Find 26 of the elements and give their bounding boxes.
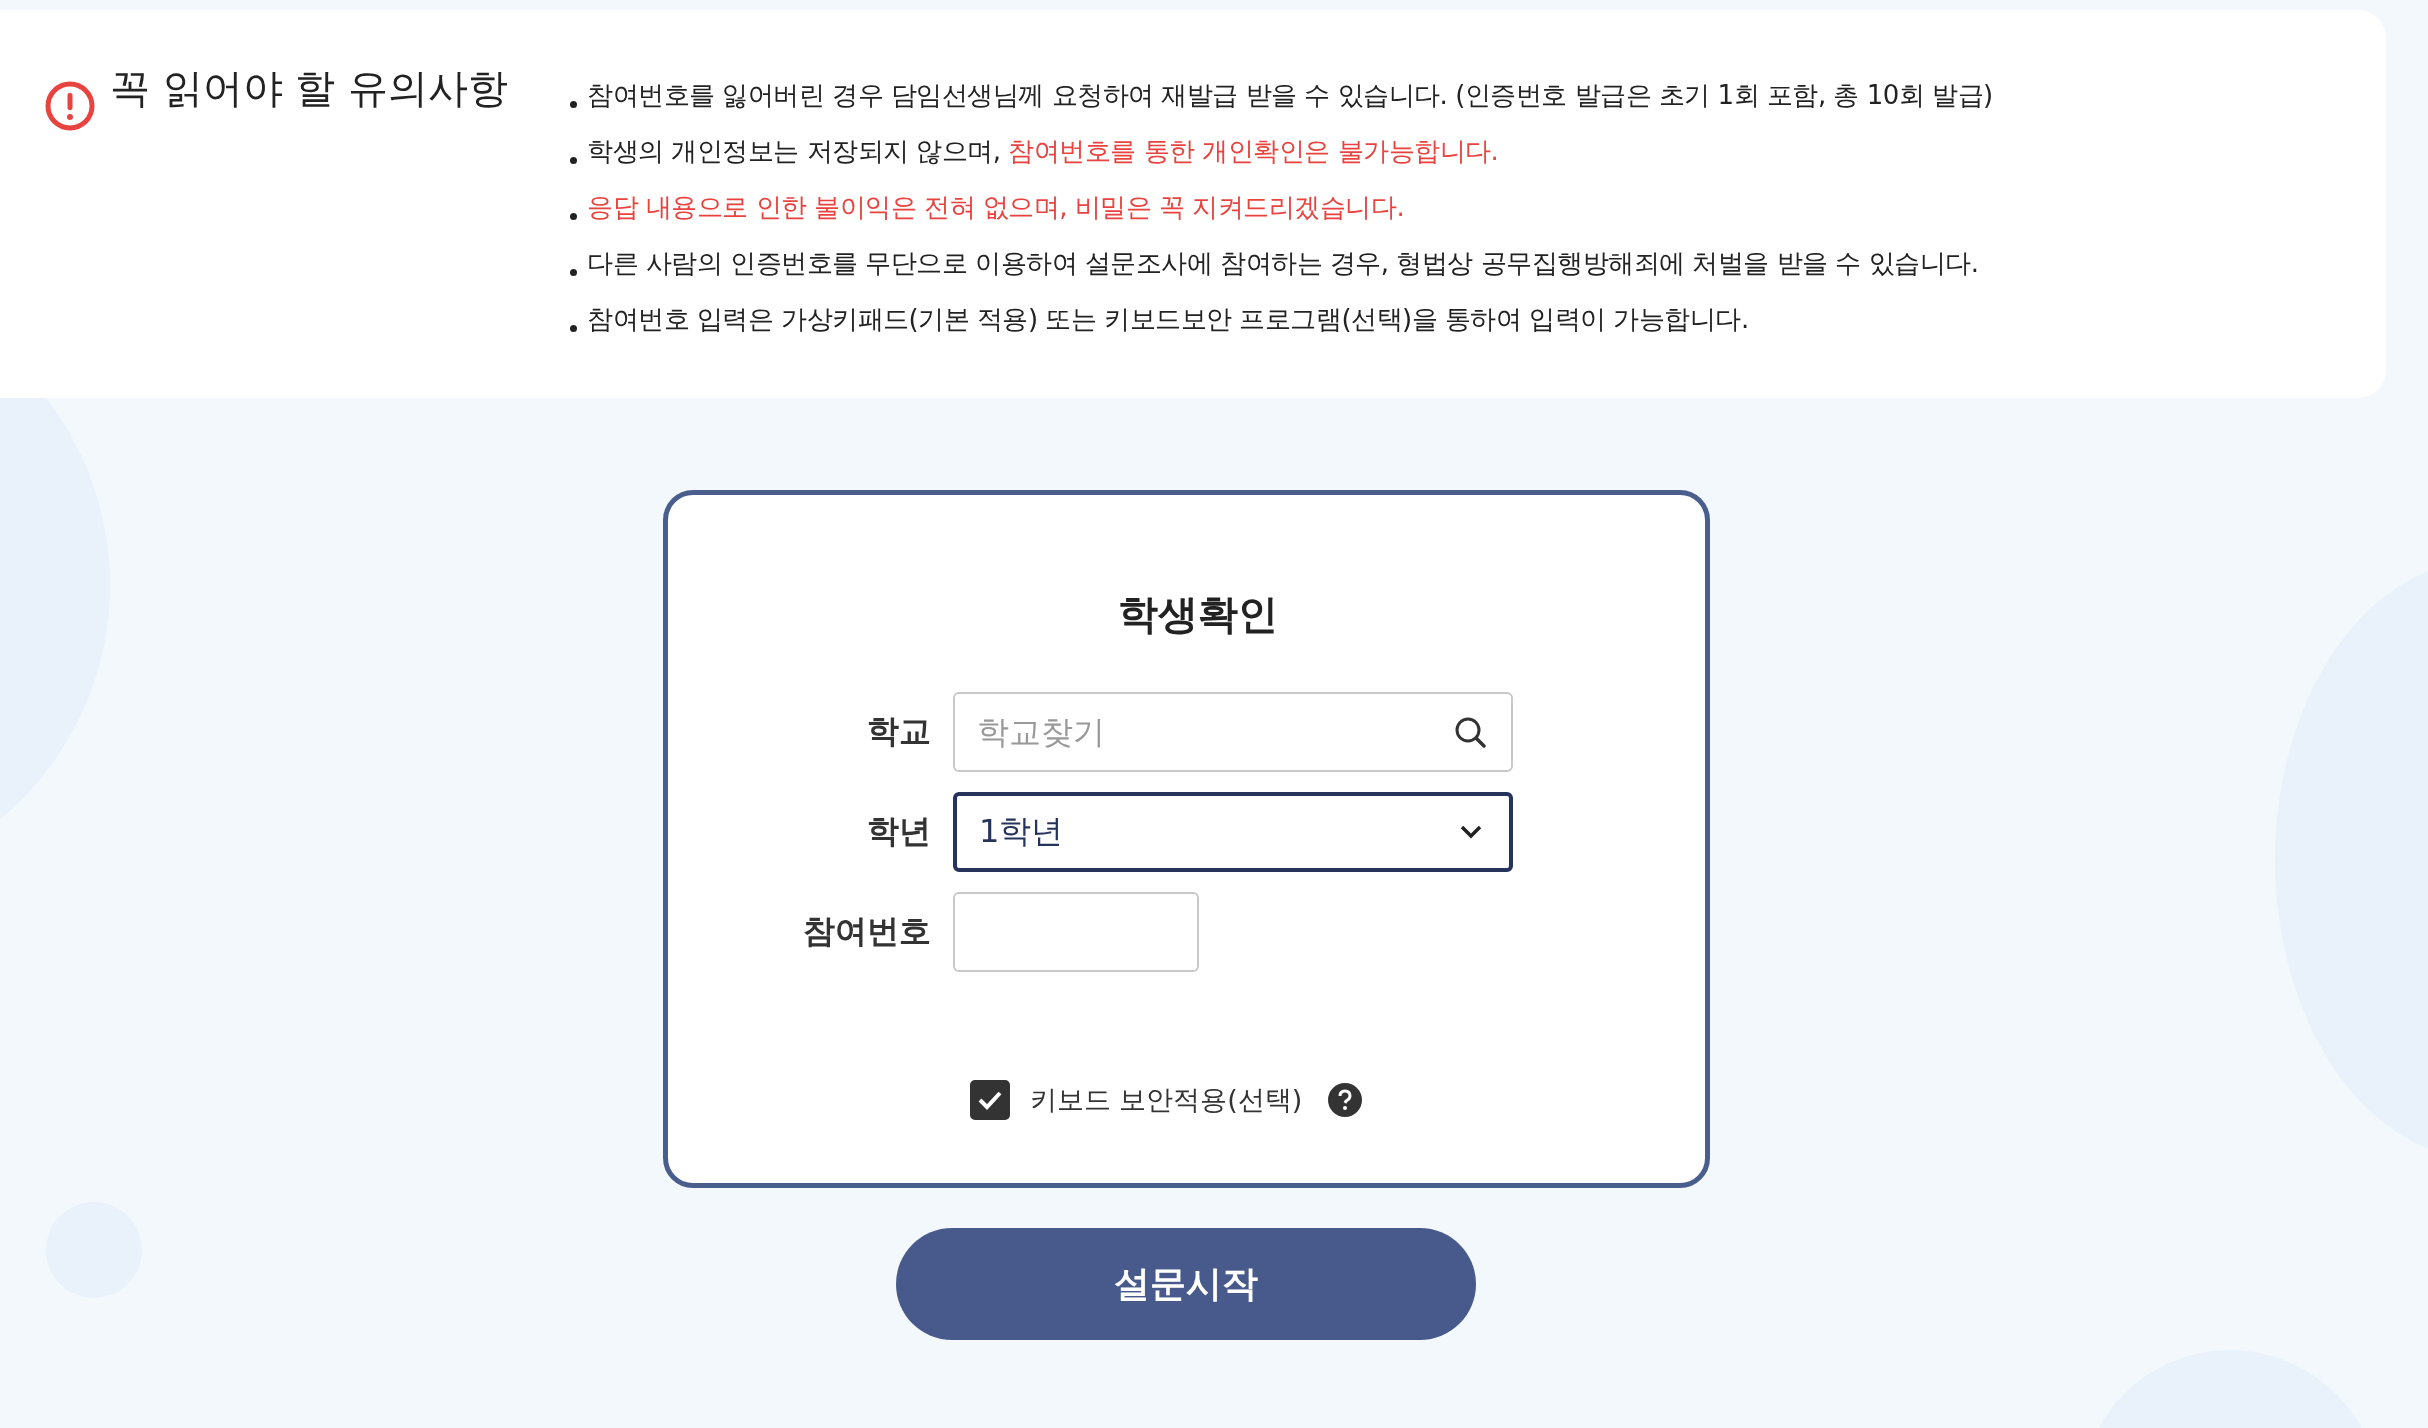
bullet-icon xyxy=(570,157,577,164)
form-title: 학생확인 xyxy=(1118,590,1278,639)
school-search-field[interactable]: 학교찾기 xyxy=(953,692,1513,772)
chevron-down-icon xyxy=(1459,824,1483,840)
checkbox-label: 키보드 보안적용(선택) xyxy=(1029,1083,1303,1117)
field-label: 참여번호 xyxy=(802,911,931,952)
notice-title: 꼭 읽어야 할 유의사항 xyxy=(110,68,509,108)
help-icon[interactable] xyxy=(1328,1083,1363,1117)
number-input-field[interactable] xyxy=(953,892,1199,972)
bullet-icon xyxy=(570,213,577,220)
notice-text: 참여번호를 잃어버린 경우 담임선생님께 요청하여 재발급 받을 수 있습니다. (인증번호 발급은 초기 1회 포함, 총 10회 발급) xyxy=(587,80,1993,110)
field-label: 학년 xyxy=(866,811,931,852)
search-icon xyxy=(1453,715,1487,749)
bullet-icon xyxy=(570,101,577,108)
notice-text: 다른 사람의 인증번호를 무단으로 이용하여 설문조사에 참여하는 경우, 형법상 공무집행방해죄에 처벌을 받을 수 있습니다. xyxy=(587,248,1979,278)
start-survey-button[interactable]: 설문시작 xyxy=(896,1228,1476,1340)
field-label: 학교 xyxy=(866,711,931,752)
checkbox[interactable] xyxy=(969,1080,1010,1120)
notice-text: 참여번호 입력은 가상키패드(기본 적용) 또는 키보드보안 프로그램(선택)을 통하여 입력이 가능합니다. xyxy=(587,304,1749,334)
grade-select[interactable]: 1학년 xyxy=(953,792,1513,872)
notice-text: 응답 내용으로 인한 불이익은 전혀 없으며, 비밀은 꼭 지켜드리겠습니다. xyxy=(587,192,1405,222)
bullet-icon xyxy=(570,269,577,276)
notice-text: 학생의 개인정보는 저장되지 않으며, 참여번호를 통한 개인확인은 불가능합니다. xyxy=(587,136,1499,166)
warning-icon xyxy=(44,80,96,132)
check-icon xyxy=(976,1090,1003,1110)
bullet-icon xyxy=(570,325,577,332)
